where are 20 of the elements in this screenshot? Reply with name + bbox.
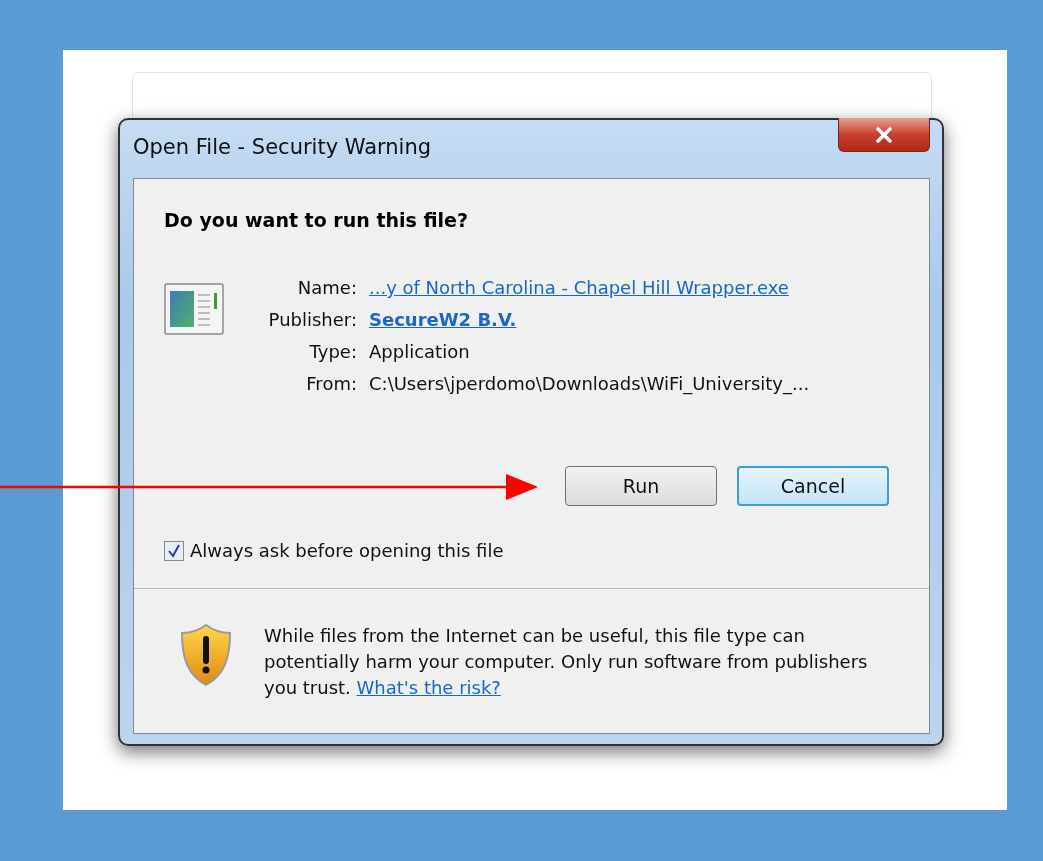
field-label: From: bbox=[305, 373, 357, 394]
checkbox-label: Always ask before opening this file bbox=[190, 540, 504, 561]
dialog-heading: Do you want to run this file? bbox=[164, 209, 469, 231]
risk-link[interactable]: What's the risk? bbox=[356, 677, 501, 698]
window-title: Open File - Security Warning bbox=[133, 135, 432, 159]
field-label: Name: bbox=[296, 277, 357, 298]
close-icon bbox=[874, 126, 894, 143]
field-label: Type: bbox=[308, 341, 357, 362]
field-value: Application bbox=[369, 341, 471, 362]
checkbox[interactable] bbox=[164, 540, 184, 561]
field-label: Publisher: bbox=[267, 309, 357, 330]
publisher-link[interactable]: SecureW2 B.V. bbox=[369, 309, 810, 330]
application-icon bbox=[164, 283, 224, 335]
dialog-button[interactable]: Run bbox=[565, 466, 717, 506]
warning-message: While files from the Internet can be useful, this file type can potentially harm your computer. Only run software from publishers you trust. What's the risk? bbox=[264, 624, 869, 700]
warning-shield-icon bbox=[178, 623, 234, 687]
dialog-button[interactable]: Cancel bbox=[737, 466, 889, 506]
file-name-link[interactable]: ...y of North Carolina - Chapel Hill Wrapper.exe bbox=[369, 277, 810, 298]
field-value: C:\Users\jperdomo\Downloads\WiFi_University_... bbox=[369, 373, 810, 394]
close-button[interactable] bbox=[838, 118, 930, 152]
